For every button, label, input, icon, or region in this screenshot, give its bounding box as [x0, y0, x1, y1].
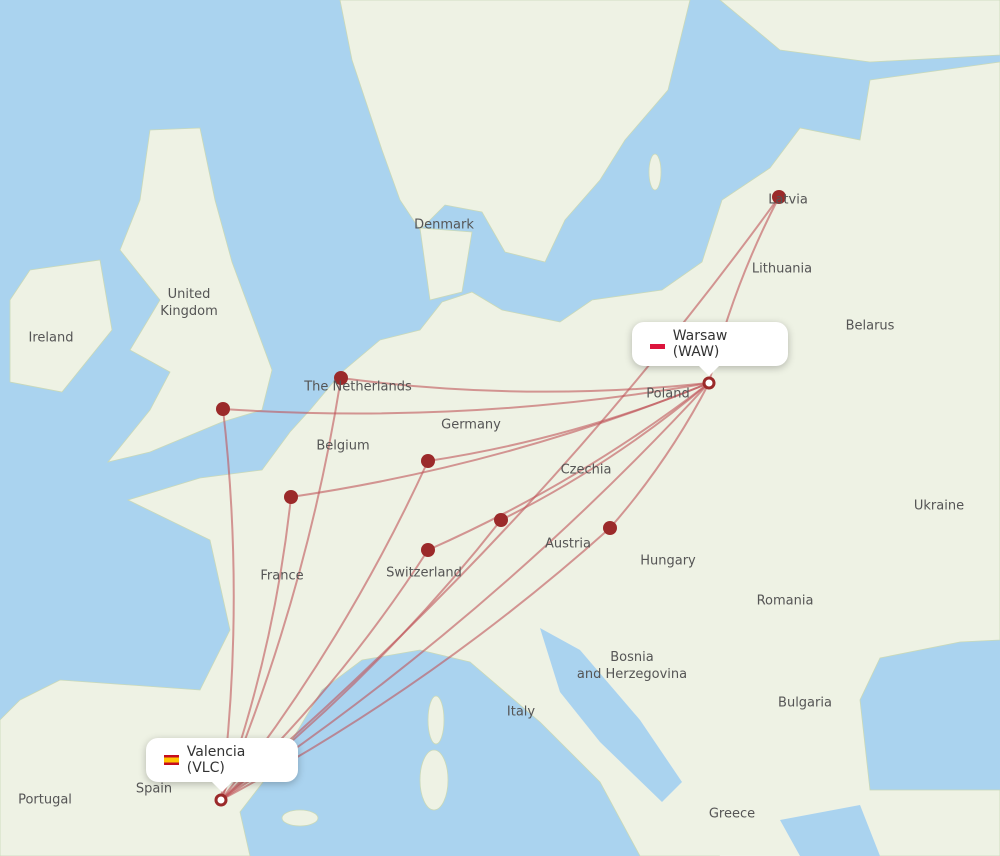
hub-marker-frankfurt[interactable]: [421, 454, 435, 468]
country-label: Belgium: [316, 438, 370, 454]
country-label: Bulgaria: [778, 695, 832, 711]
country-label: Belarus: [845, 318, 895, 334]
country-label: Lithuania: [751, 261, 813, 277]
country-label: Czechia: [560, 462, 612, 478]
destination-marker[interactable]: [702, 376, 716, 390]
hub-marker-london[interactable]: [216, 402, 230, 416]
country-label: Greece: [708, 806, 756, 822]
country-label: Italy: [506, 704, 536, 720]
country-label: Ireland: [28, 330, 74, 346]
hub-marker-munich[interactable]: [494, 513, 508, 527]
hub-marker-zurich[interactable]: [421, 543, 435, 557]
country-label: Switzerland: [386, 565, 462, 581]
country-label: Denmark: [414, 217, 474, 233]
country-label: United Kingdom: [160, 287, 218, 319]
destination-callout[interactable]: Warsaw (WAW): [632, 322, 788, 366]
country-label: Bosnia and Herzegovina: [576, 650, 688, 682]
country-label: Spain: [135, 781, 173, 797]
country-label: Austria: [545, 536, 591, 552]
spain-flag-icon: [164, 755, 179, 765]
destination-label: Warsaw (WAW): [672, 328, 728, 360]
poland-flag-icon: [650, 339, 665, 349]
country-label: Poland: [646, 386, 690, 402]
hub-marker-bratislava[interactable]: [603, 521, 617, 535]
origin-callout[interactable]: Valencia (VLC): [146, 738, 298, 782]
country-label: Germany: [441, 417, 501, 433]
country-label: Ukraine: [913, 498, 965, 514]
country-label: Latvia: [768, 192, 808, 208]
country-label: Romania: [756, 593, 814, 609]
country-label: Portugal: [18, 792, 72, 808]
origin-label: Valencia (VLC): [186, 744, 246, 776]
country-label: The Netherlands: [304, 379, 412, 395]
hub-marker-nantes[interactable]: [284, 490, 298, 504]
country-label: France: [260, 568, 304, 584]
origin-marker[interactable]: [214, 793, 228, 807]
country-label: Hungary: [640, 553, 696, 569]
